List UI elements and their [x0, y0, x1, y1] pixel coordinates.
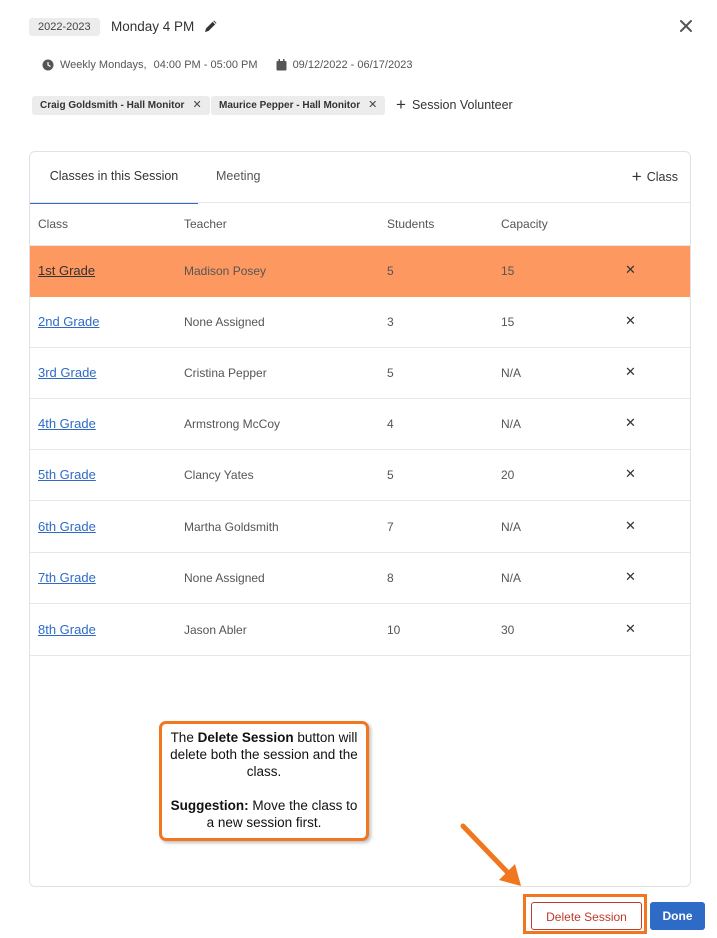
close-icon[interactable]	[678, 18, 694, 34]
class-link[interactable]: 6th Grade	[38, 519, 96, 534]
clock-icon	[42, 59, 54, 71]
class-link[interactable]: 2nd Grade	[38, 314, 99, 329]
done-button[interactable]: Done	[650, 902, 705, 930]
capacity-cell: N/A	[501, 520, 522, 534]
column-header-class: Class	[38, 217, 69, 231]
teacher-cell: Martha Goldsmith	[184, 520, 279, 534]
students-cell: 4	[387, 417, 394, 431]
callout-suggestion: Suggestion: Move the class to a new sess…	[170, 798, 358, 830]
students-cell: 3	[387, 315, 394, 329]
column-header-capacity: Capacity	[501, 217, 548, 231]
plus-icon: +	[396, 95, 406, 114]
teacher-cell: None Assigned	[184, 571, 265, 585]
class-link[interactable]: 7th Grade	[38, 570, 96, 585]
date-range: 09/12/2022 - 06/17/2023	[292, 59, 413, 71]
callout-warning: The Delete Session button will delete bo…	[170, 730, 358, 779]
capacity-cell: 30	[501, 623, 515, 637]
volunteer-chip-label: Maurice Pepper - Hall Monitor	[219, 100, 361, 111]
students-cell: 5	[387, 468, 394, 482]
class-link[interactable]: 8th Grade	[38, 622, 96, 637]
remove-class-icon[interactable]: ✕	[625, 262, 636, 278]
class-link[interactable]: 5th Grade	[38, 467, 96, 482]
capacity-cell: N/A	[501, 417, 522, 431]
delete-session-button[interactable]: Delete Session	[531, 902, 642, 930]
students-cell: 5	[387, 366, 394, 380]
plus-icon: +	[631, 167, 642, 186]
remove-class-icon[interactable]: ✕	[625, 466, 636, 482]
column-header-teacher: Teacher	[184, 217, 227, 231]
capacity-cell: 20	[501, 468, 515, 482]
column-header-students: Students	[387, 217, 435, 231]
add-volunteer-label: Session Volunteer	[411, 98, 513, 112]
capacity-cell: N/A	[501, 366, 522, 380]
table-header: Class Teacher Students Capacity	[30, 203, 690, 246]
pencil-icon[interactable]	[203, 18, 219, 34]
schedule-days: Weekly Mondays,	[60, 59, 147, 71]
table-row: 7th Grade None Assigned 8 N/A ✕	[30, 553, 690, 604]
table-row: 3rd Grade Cristina Pepper 5 N/A ✕	[30, 348, 690, 399]
tab-meeting[interactable]: Meeting	[216, 152, 260, 202]
students-cell: 10	[387, 623, 401, 637]
add-class-label: Class	[646, 170, 678, 184]
teacher-cell: Madison Posey	[184, 264, 267, 278]
table-row: 5th Grade Clancy Yates 5 20 ✕	[30, 450, 690, 501]
volunteer-chip: Maurice Pepper - Hall Monitor ✕	[211, 96, 386, 115]
capacity-cell: 15	[501, 264, 515, 278]
volunteer-chip-label: Craig Goldsmith - Hall Monitor	[40, 100, 185, 111]
add-class-button[interactable]: + Class	[632, 152, 678, 202]
capacity-cell: N/A	[501, 571, 522, 585]
students-cell: 7	[387, 520, 394, 534]
table-row: 2nd Grade None Assigned 3 15 ✕	[30, 297, 690, 348]
class-link[interactable]: 4th Grade	[38, 416, 96, 431]
school-year-badge: 2022-2023	[29, 18, 100, 36]
annotation-callout: The Delete Session button will delete bo…	[159, 721, 369, 841]
session-title: Monday 4 PM	[111, 19, 195, 34]
remove-class-icon[interactable]: ✕	[625, 313, 636, 329]
schedule-row: Weekly Mondays, 04:00 PM - 05:00 PM 09/1…	[42, 57, 412, 73]
remove-volunteer-icon[interactable]: ✕	[368, 96, 377, 115]
table-row: 6th Grade Martha Goldsmith 7 N/A ✕	[30, 502, 690, 553]
remove-class-icon[interactable]: ✕	[625, 569, 636, 585]
annotation-arrow-icon	[460, 823, 521, 886]
teacher-cell: None Assigned	[184, 315, 265, 329]
teacher-cell: Armstrong McCoy	[184, 417, 281, 431]
schedule-time: 04:00 PM - 05:00 PM	[153, 59, 258, 71]
remove-class-icon[interactable]: ✕	[625, 364, 636, 380]
capacity-cell: 15	[501, 315, 515, 329]
calendar-icon	[276, 59, 287, 71]
table-row: 4th Grade Armstrong McCoy 4 N/A ✕	[30, 399, 690, 450]
table-row: 8th Grade Jason Abler 10 30 ✕	[30, 605, 690, 656]
students-cell: 5	[387, 264, 394, 278]
remove-class-icon[interactable]: ✕	[625, 518, 636, 534]
class-link[interactable]: 3rd Grade	[38, 365, 97, 380]
remove-class-icon[interactable]: ✕	[625, 415, 636, 431]
remove-class-icon[interactable]: ✕	[625, 621, 636, 637]
teacher-cell: Clancy Yates	[184, 468, 254, 482]
table-row: 1st Grade Madison Posey 5 15 ✕	[30, 246, 690, 297]
teacher-cell: Jason Abler	[184, 623, 247, 637]
volunteer-chip: Craig Goldsmith - Hall Monitor ✕	[32, 96, 210, 115]
remove-volunteer-icon[interactable]: ✕	[192, 96, 201, 115]
teacher-cell: Cristina Pepper	[184, 366, 267, 380]
class-link[interactable]: 1st Grade	[38, 263, 95, 278]
tab-classes-in-session[interactable]: Classes in this Session	[30, 152, 198, 204]
add-session-volunteer-button[interactable]: + Session Volunteer	[396, 95, 513, 114]
students-cell: 8	[387, 571, 394, 585]
